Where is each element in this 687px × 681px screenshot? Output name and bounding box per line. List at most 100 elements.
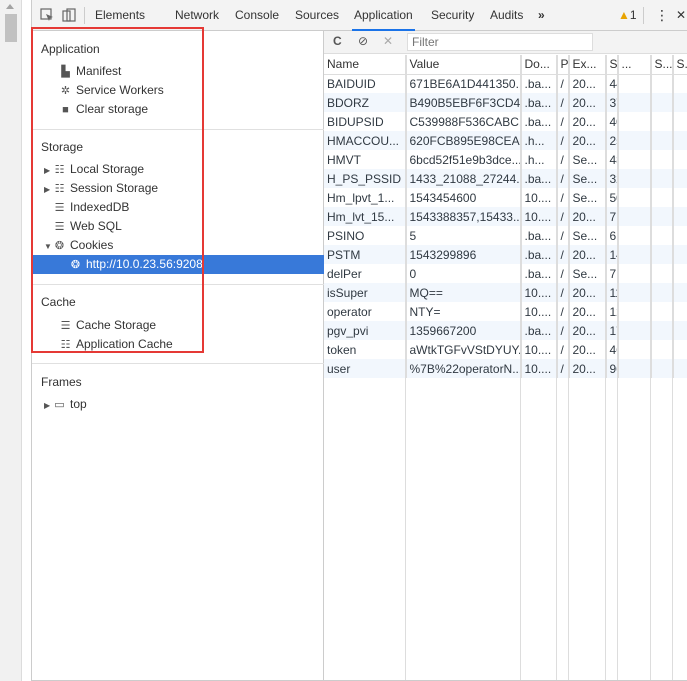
sidebar-item-manifest[interactable]: ▙ Manifest (59, 62, 121, 81)
column-header-expires[interactable]: Ex... (569, 55, 607, 75)
sidebar-item-service-workers[interactable]: ✲ Service Workers (59, 81, 164, 100)
column-header-size[interactable]: S (606, 55, 619, 75)
clear-all-icon[interactable]: ⊘ (358, 34, 368, 48)
column-header-domain[interactable]: Do... (521, 55, 558, 75)
device-toolbar-icon[interactable] (62, 8, 76, 22)
cookie-value-cell: NTY= (406, 302, 522, 321)
table-row[interactable]: delPer 0 .ba... / Se... 7 (324, 264, 687, 283)
close-devtools-icon[interactable]: ✕ (676, 0, 686, 31)
column-header-secure[interactable]: S... (651, 55, 674, 75)
table-row[interactable]: operatorNTY=10..../20...12 (324, 302, 687, 321)
cookie-domain-cell: .ba... (521, 245, 558, 264)
cookie-name-cell: BDORZ (324, 93, 407, 112)
cookie-secure-cell (651, 93, 674, 112)
cookie-domain-cell: .ba... (521, 93, 558, 112)
cookie-size-cell: 17 (606, 321, 619, 340)
table-row[interactable]: Hm_lpvt_1...154345460010..../Se...50 (324, 188, 687, 207)
refresh-icon[interactable]: C (333, 34, 342, 48)
column-header-name[interactable]: Name (324, 55, 407, 75)
table-row[interactable]: BDORZB490B5EBF6F3CD4....ba.../20...37 (324, 93, 687, 112)
cookie-httponly-cell (618, 74, 652, 93)
column-header-samesite[interactable]: S... (673, 55, 687, 75)
cookie-secure-cell (651, 188, 674, 207)
cookie-expires-cell: 20... (569, 359, 607, 378)
cookie-secure-cell (651, 74, 674, 93)
cookie-path-cell: / (557, 340, 570, 359)
table-row[interactable]: Hm_lvt_15... 1543388357,15433... 10..../20… (324, 207, 687, 226)
cookie-expires-cell: 20... (569, 321, 607, 340)
sidebar-item-cache-storage[interactable]: ☰ Cache Storage (59, 316, 157, 335)
cookie-samesite-cell (673, 188, 687, 207)
application-sidebar: Application ▙ Manifest ✲ Service Workers ■… (32, 31, 324, 681)
sidebar-item-cookie-origin[interactable]: ❂ http://10.0.23.56:9208 (32, 255, 324, 274)
warnings-badge[interactable]: ▲1 (618, 0, 637, 31)
tab-network[interactable]: Network (175, 0, 219, 31)
tab-security[interactable]: Security (431, 0, 474, 31)
cookie-value-cell: aWtkTGFvVStDYUY... (406, 340, 522, 359)
sidebar-item-session-storage[interactable]: ▶ ☷ Session Storage (44, 179, 158, 198)
collapse-arrow-icon[interactable]: ▼ (44, 237, 53, 256)
table-row[interactable]: tokenaWtkTGFvVStDYUY...10..../20...46 (324, 340, 687, 359)
table-row[interactable]: isSuperMQ==10..../20...11 (324, 283, 687, 302)
cookie-httponly-cell (618, 169, 652, 188)
cookie-secure-cell (651, 321, 674, 340)
column-header-value[interactable]: Value (406, 55, 522, 75)
scroll-up-arrow-icon[interactable] (6, 4, 14, 9)
cookie-name-cell: BIDUPSID (324, 112, 407, 131)
table-row[interactable]: user%7B%22operatorN...10..../20...96 (324, 359, 687, 378)
tab-application[interactable]: Application (352, 0, 415, 31)
cookie-samesite-cell (673, 302, 687, 321)
column-header-path[interactable]: P (557, 55, 570, 75)
tab-elements[interactable]: Elements (95, 0, 145, 31)
cookie-name-cell: PSINO (324, 226, 407, 245)
expand-arrow-icon[interactable]: ▶ (44, 161, 53, 180)
cookie-httponly-cell (618, 245, 652, 264)
cookie-value-cell: 620FCB895E98CEA5 (406, 131, 522, 150)
cookie-path-cell: / (557, 150, 570, 169)
cookie-httponly-cell (618, 188, 652, 207)
cookie-domain-cell: .h... (521, 150, 558, 169)
cookie-expires-cell: 20... (569, 112, 607, 131)
tab-audits[interactable]: Audits (490, 0, 523, 31)
sidebar-item-indexeddb[interactable]: ☰ IndexedDB (53, 198, 130, 217)
tab-sources[interactable]: Sources (295, 0, 339, 31)
cookie-icon: ❂ (70, 259, 81, 271)
cookie-path-cell: / (557, 74, 570, 93)
cookie-path-cell: / (557, 321, 570, 340)
cookie-secure-cell (651, 302, 674, 321)
expand-arrow-icon[interactable]: ▶ (44, 396, 53, 415)
cookie-value-cell: 1433_21088_27244... (406, 169, 522, 188)
sidebar-item-local-storage[interactable]: ▶ ☷ Local Storage (44, 160, 144, 179)
sidebar-item-web-sql[interactable]: ☰ Web SQL (53, 217, 122, 236)
cookie-secure-cell (651, 226, 674, 245)
inspect-element-icon[interactable] (40, 8, 54, 22)
table-row[interactable]: pgv_pvi1359667200.ba.../20...17 (324, 321, 687, 340)
table-row[interactable]: HMACCOU...620FCB895E98CEA5.h.../20...25 (324, 131, 687, 150)
customize-menu-icon[interactable]: ⋮ (655, 0, 669, 31)
column-header-httponly[interactable]: ... (618, 55, 652, 75)
sidebar-item-clear-storage[interactable]: ■ Clear storage (59, 100, 148, 119)
cookie-domain-cell: .ba... (521, 74, 558, 93)
cookie-samesite-cell (673, 340, 687, 359)
scrollbar-thumb[interactable] (5, 14, 17, 42)
table-row[interactable]: BAIDUID671BE6A1D441350....ba.../20...44 (324, 74, 687, 93)
more-tabs-icon[interactable]: » (538, 0, 545, 31)
cookie-path-cell: / (557, 169, 570, 188)
cookie-filter-input[interactable] (407, 33, 593, 51)
table-row[interactable]: PSINO 5 .ba... / Se... 6 (324, 226, 687, 245)
cookie-secure-cell (651, 283, 674, 302)
sidebar-item-frame-top[interactable]: ▶ ▭ top (44, 395, 87, 414)
sidebar-item-application-cache[interactable]: ☷ Application Cache (59, 335, 173, 354)
cookie-size-cell: 25 (606, 131, 619, 150)
delete-selected-icon[interactable]: ✕ (383, 34, 393, 48)
expand-arrow-icon[interactable]: ▶ (44, 180, 53, 199)
sidebar-item-cookies[interactable]: ▼ ❂ Cookies (44, 236, 113, 255)
cookie-secure-cell (651, 245, 674, 264)
table-row[interactable]: BIDUPSIDC539988F536CABC....ba.../20...40 (324, 112, 687, 131)
cookie-domain-cell: .h... (521, 131, 558, 150)
table-row[interactable]: PSTM1543299896.ba.../20...14 (324, 245, 687, 264)
table-row[interactable]: HMVT6bcd52f51e9b3dce....h.../Se...48 (324, 150, 687, 169)
tab-console[interactable]: Console (235, 0, 279, 31)
table-row[interactable]: H_PS_PSSID 1433_21088_27244... .ba... / Se..… (324, 169, 687, 188)
page-scrollbar[interactable] (0, 0, 22, 681)
